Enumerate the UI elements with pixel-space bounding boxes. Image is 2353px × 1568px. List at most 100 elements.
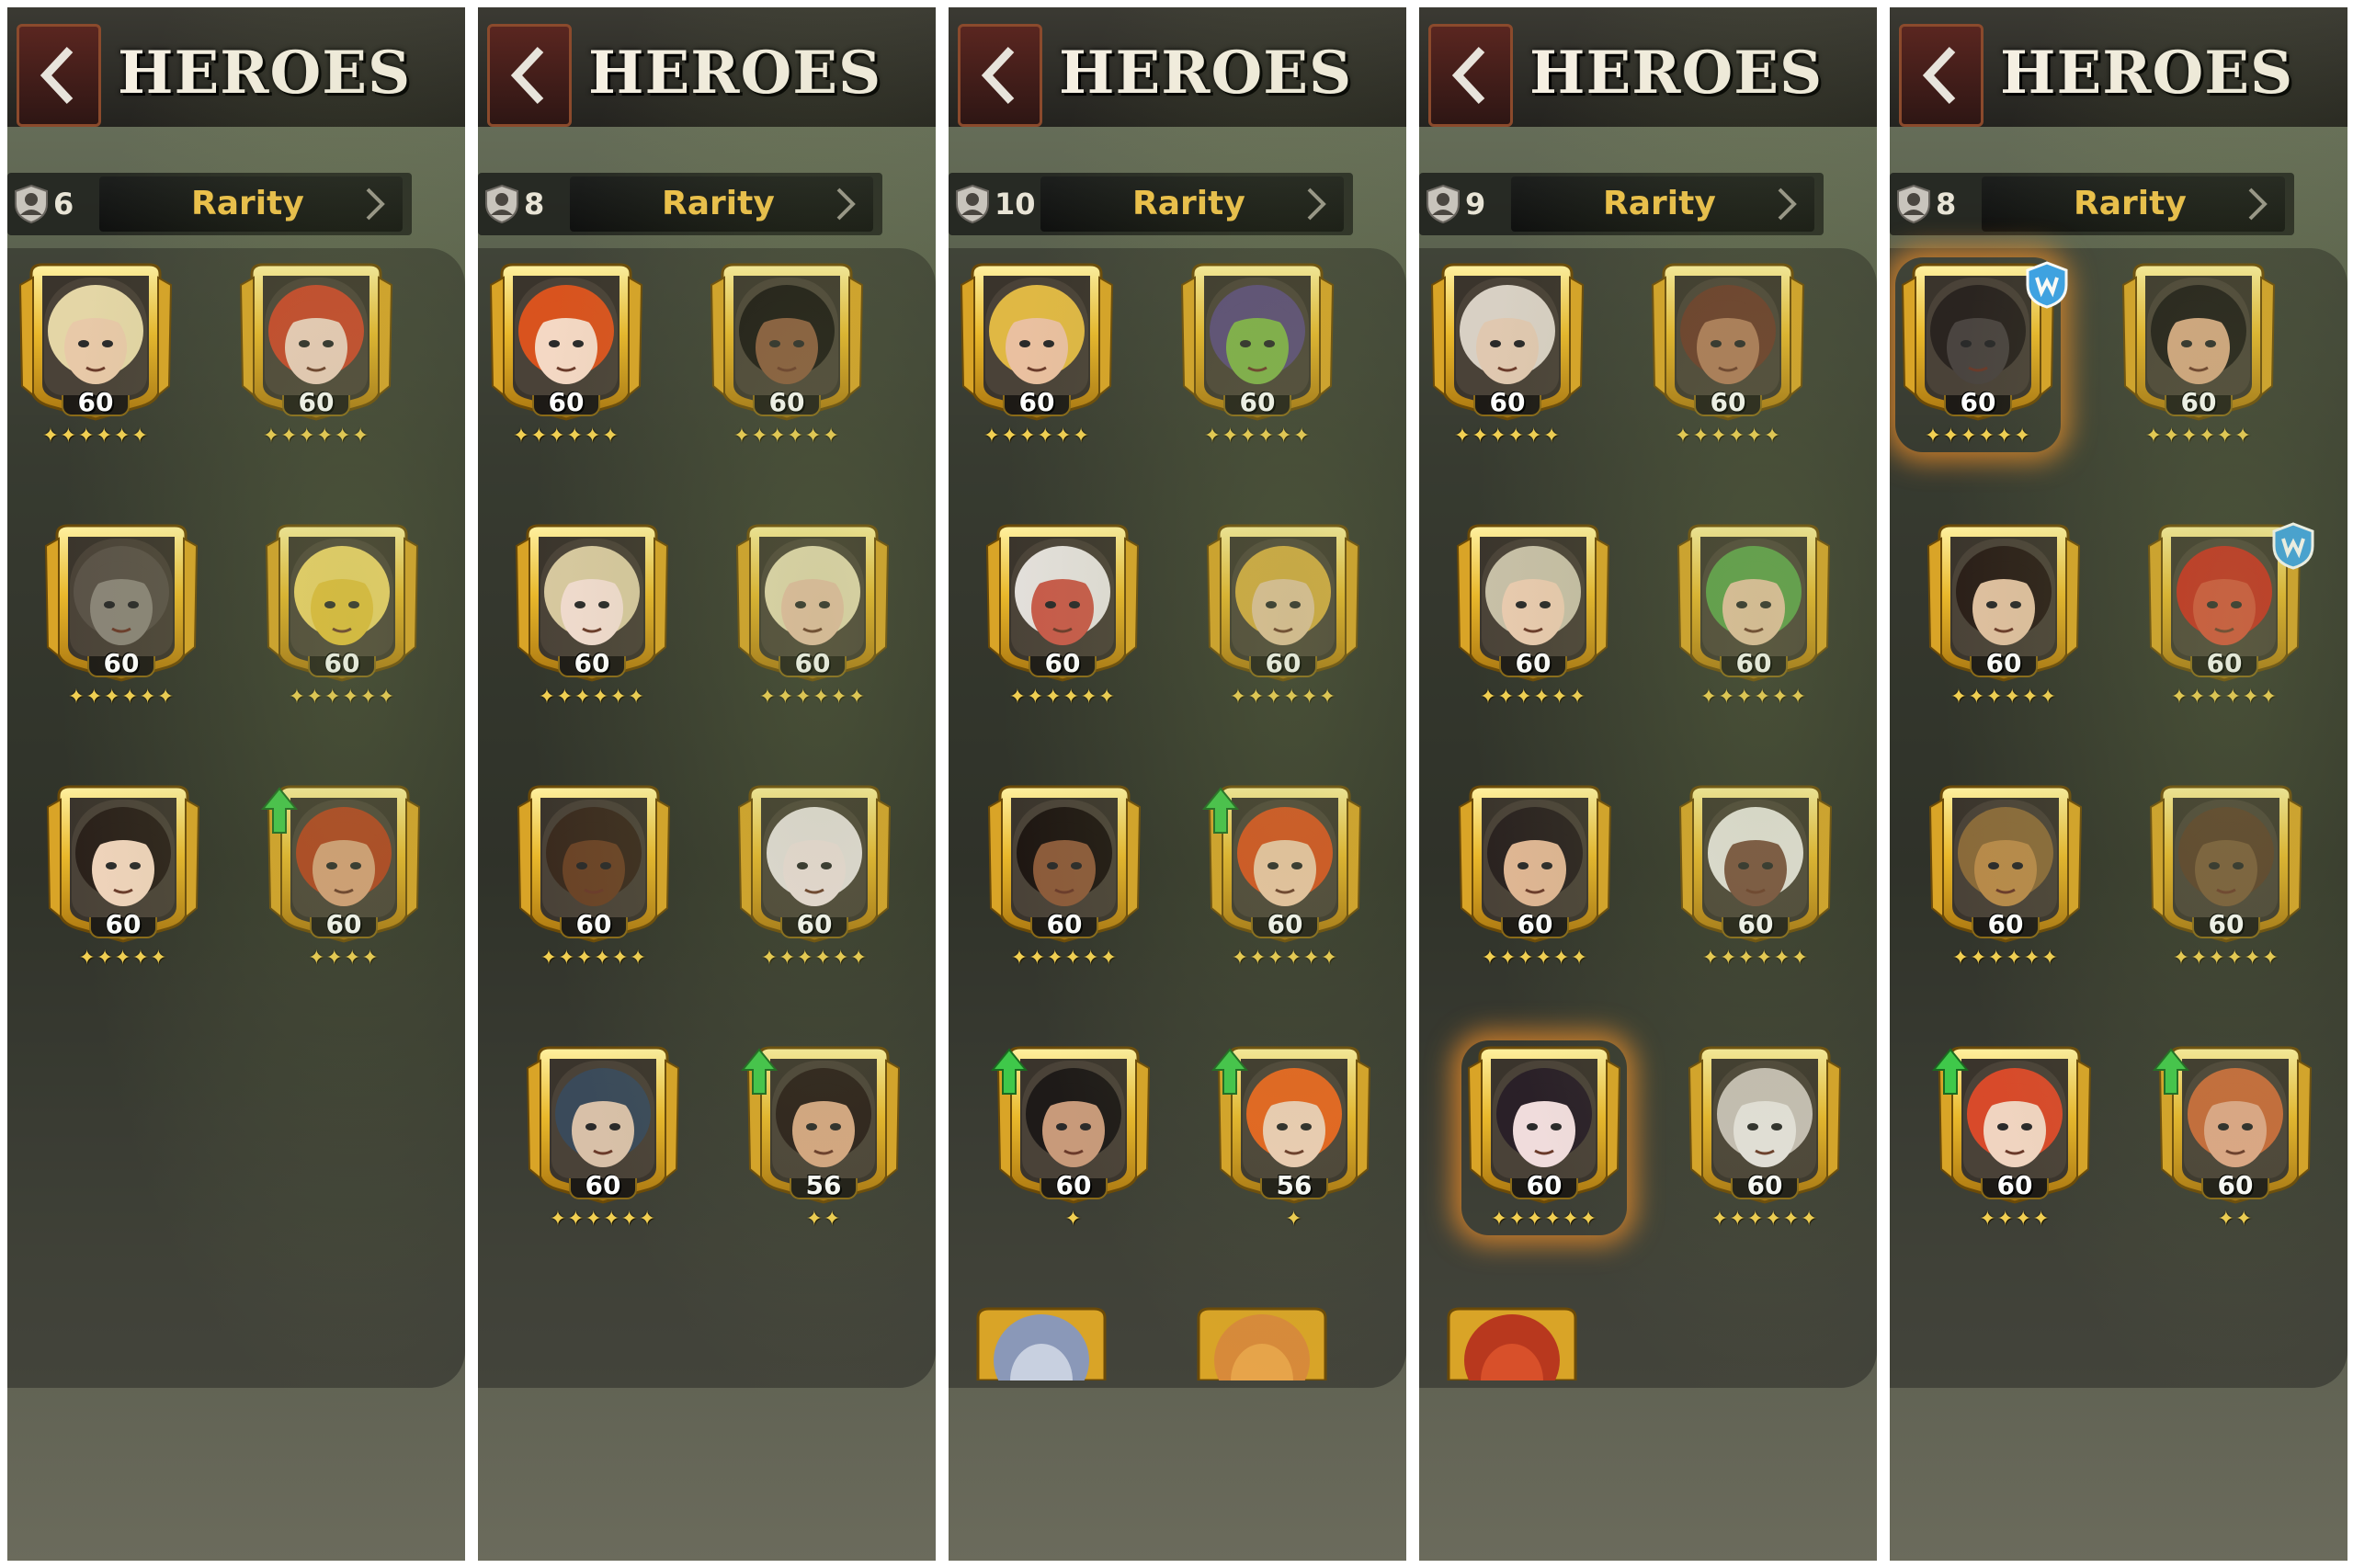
hero-card[interactable]: 60 ✦✦✦✦✦✦ (1671, 518, 1836, 713)
upgrade-arrow-icon (1202, 787, 1239, 834)
tree-ent-hero-portrait (1954, 800, 2057, 917)
ram-horned-girl-hero-portrait (763, 800, 866, 917)
star-rating: ✦✦✦✦✦✦ (1949, 686, 2058, 709)
upgrade-arrow-icon (261, 787, 298, 834)
sort-rarity-button[interactable]: Rarity (570, 176, 873, 232)
hero-level: 60 (1018, 387, 1055, 417)
back-button[interactable] (1899, 24, 1984, 127)
hero-card[interactable]: 60 ✦✦✦✦✦✦ (1895, 257, 2068, 452)
hero-card[interactable]: 60 ✦✦✦✦✦✦ (1923, 779, 2088, 974)
sort-rarity-button[interactable]: Rarity (99, 176, 403, 232)
hero-card[interactable]: 60 ✦✦✦✦✦✦ (2116, 257, 2281, 452)
hero-card[interactable]: 60 ✦✦✦✦✦✦ (520, 1040, 686, 1235)
partial-red-hero-portrait[interactable] (1443, 1305, 1581, 1381)
star-rating: ✦✦✦✦✦✦ (262, 425, 370, 448)
hero-card[interactable]: 60 ✦ (991, 1040, 1156, 1235)
hero-level: 60 (1987, 909, 2024, 939)
star-rating: ✦✦✦✦✦✦ (2144, 425, 2253, 448)
hero-card[interactable]: 56 ✦ (1211, 1040, 1377, 1235)
hero-level: 60 (325, 909, 362, 939)
hero-card[interactable]: 60 ✦✦✦✦✦ (40, 779, 206, 974)
partial-golden-hero-portrait[interactable] (1193, 1305, 1331, 1381)
hero-card[interactable]: 60 ✦✦✦✦✦✦ (704, 257, 870, 452)
hero-card[interactable]: 60 ✦✦✦✦✦✦ (2142, 518, 2314, 713)
white-haired-dark-elf-hero-portrait (1704, 800, 1807, 917)
sort-label: Rarity (191, 185, 304, 222)
hero-count: 9 (1425, 173, 1485, 235)
hero-card[interactable]: 60 ✦✦✦✦✦✦ (259, 518, 425, 713)
hero-level: 60 (1746, 1170, 1783, 1200)
hero-card[interactable]: 60 ✦✦✦✦✦✦ (1452, 779, 1618, 974)
hero-level: 60 (2208, 909, 2245, 939)
hero-list: 60 ✦✦✦✦✦✦ 60 ✦✦✦✦✦✦ 60 ✦✦✦✦✦✦ 60 ✦✦✦✦✦✦ … (7, 248, 465, 1388)
sort-rarity-button[interactable]: Rarity (1040, 176, 1344, 232)
blonde-elf-hero-portrait (44, 278, 147, 395)
pale-long-eared-elf-hero-portrait (761, 539, 864, 656)
green-goblin-hero-portrait (1206, 278, 1309, 395)
hero-level: 60 (574, 648, 610, 678)
hero-list: 60 ✦✦✦✦✦✦ 60 ✦✦✦✦✦✦ 60 ✦✦✦✦✦✦ 60 ✦✦✦✦✦✦ … (1890, 248, 2347, 1388)
header-bar: HEROES (949, 7, 1406, 127)
hero-card[interactable]: 60 ✦✦✦✦ (1932, 1040, 2097, 1235)
back-button[interactable] (1428, 24, 1513, 127)
hero-card[interactable]: 60 ✦✦✦✦✦✦ (2143, 779, 2309, 974)
back-button[interactable] (487, 24, 572, 127)
hero-card[interactable]: 60 ✦✦✦✦✦✦ (39, 518, 204, 713)
hero-card[interactable]: 60 ✦✦✦✦✦✦ (1682, 1040, 1847, 1235)
sort-rarity-button[interactable]: Rarity (1982, 176, 2285, 232)
hero-card[interactable]: 60 ✦✦✦✦✦✦ (509, 518, 675, 713)
hero-card[interactable]: 60 ✦✦ (2153, 1040, 2318, 1235)
winged-helm-hero-portrait (1232, 539, 1335, 656)
goggled-red-beard-dwarf-hero-portrait (292, 800, 395, 917)
hero-card[interactable]: 60 ✦✦✦✦✦✦ (13, 257, 178, 452)
sort-label: Rarity (662, 185, 775, 222)
hero-level: 60 (298, 387, 335, 417)
hero-level: 60 (105, 909, 142, 939)
hero-level: 60 (548, 387, 585, 417)
hero-level: 60 (1996, 1170, 2033, 1200)
page-title: HEROES (118, 39, 412, 108)
hero-card[interactable]: 60 ✦✦✦✦✦✦ (1461, 1040, 1627, 1235)
hero-card[interactable]: 60 ✦✦✦✦✦✦ (730, 518, 895, 713)
sort-rarity-button[interactable]: Rarity (1511, 176, 1814, 232)
hero-card[interactable]: 60 ✦✦✦✦✦✦ (1645, 257, 1811, 452)
hero-card[interactable]: 60 ✦✦✦✦✦✦ (1921, 518, 2086, 713)
hero-level: 60 (1055, 1170, 1092, 1200)
star-rating: ✦✦✦✦✦✦ (1701, 947, 1810, 970)
hero-card[interactable]: 60 ✦✦✦✦✦✦ (1202, 779, 1368, 974)
star-rating: ✦✦✦✦✦✦ (41, 425, 150, 448)
star-rating: ✦✦✦✦✦✦ (2172, 947, 2280, 970)
hero-card[interactable]: 56 ✦✦ (741, 1040, 906, 1235)
hero-card[interactable]: 60 ✦✦✦✦✦✦ (483, 257, 649, 452)
armored-bull-hero-portrait (542, 800, 645, 917)
star-rating: ✦✦✦✦✦✦ (1479, 686, 1587, 709)
page-title: HEROES (2000, 39, 2294, 108)
star-rating: ✦✦✦✦✦✦ (1203, 425, 1312, 448)
back-button[interactable] (17, 24, 101, 127)
hero-card[interactable]: 60 ✦✦✦✦✦✦ (1450, 518, 1616, 713)
hero-card[interactable]: 60 ✦✦✦✦✦✦ (1200, 518, 1366, 713)
hero-bust-icon (956, 184, 989, 224)
hero-level: 60 (1735, 648, 1772, 678)
orange-haired-gnome-hero-portrait (1233, 800, 1336, 917)
hero-level: 60 (1489, 387, 1526, 417)
hero-card[interactable]: 60 ✦✦✦✦✦✦ (1673, 779, 1838, 974)
hero-card[interactable]: 60 ✦✦✦✦✦✦ (982, 779, 1147, 974)
upgrade-arrow-icon (1211, 1048, 1248, 1095)
topknot-brute-hero-portrait (2147, 278, 2250, 395)
hero-count: 8 (1895, 173, 1956, 235)
hero-card[interactable]: 60 ✦✦✦✦✦✦ (233, 257, 399, 452)
hero-card[interactable]: 60 ✦✦✦✦✦✦ (1175, 257, 1340, 452)
hero-level: 60 (1515, 648, 1552, 678)
partial-grey-haired-hero-portrait[interactable] (972, 1305, 1110, 1381)
hero-card[interactable]: 60 ✦✦✦✦ (261, 779, 426, 974)
back-button[interactable] (958, 24, 1042, 127)
sort-label: Rarity (1132, 185, 1245, 222)
hero-level: 60 (324, 648, 360, 678)
hero-card[interactable]: 60 ✦✦✦✦✦✦ (732, 779, 897, 974)
hero-card[interactable]: 60 ✦✦✦✦✦✦ (954, 257, 1120, 452)
hero-card[interactable]: 60 ✦✦✦✦✦✦ (980, 518, 1145, 713)
hero-bust-icon (1427, 184, 1460, 224)
hero-card[interactable]: 60 ✦✦✦✦✦✦ (511, 779, 676, 974)
hero-card[interactable]: 60 ✦✦✦✦✦✦ (1425, 257, 1590, 452)
